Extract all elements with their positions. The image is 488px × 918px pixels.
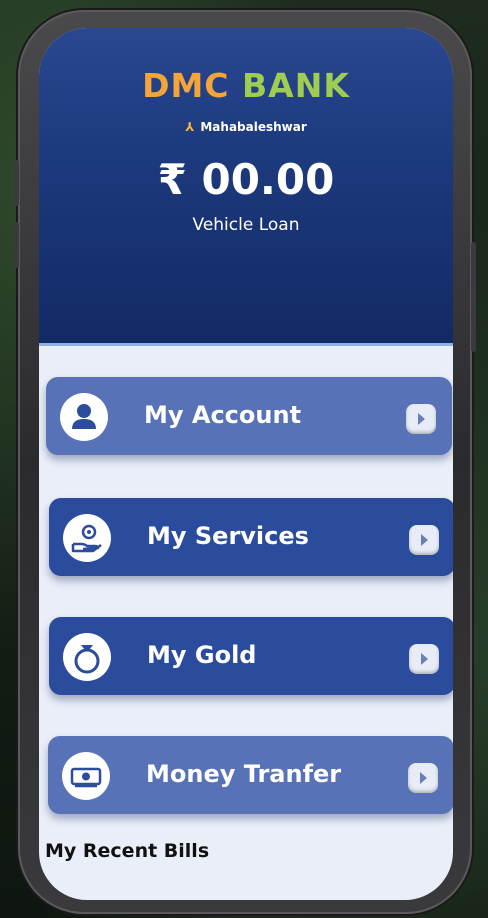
volume-button [14,222,19,268]
logo-word-bank: BANK [242,66,350,105]
hand-coin-icon [63,514,111,562]
menu-label: My Services [147,522,309,550]
recent-bills-heading: My Recent Bills [45,840,210,862]
branch-name: Mahabaleshwar [200,120,307,134]
menu-label: Money Tranfer [146,760,342,788]
menu-label: My Gold [147,641,257,669]
account-type: Vehicle Loan [192,215,300,235]
chevron-right-icon [409,525,439,555]
account-balance: ₹ 00.00 [157,155,335,204]
ring-icon [63,633,111,681]
bank-logo: DMC BANK [39,66,453,105]
menu-item-my-account[interactable]: My Account [46,377,452,455]
volume-button [14,160,19,206]
user-icon [60,393,108,441]
menu-label: My Account [144,401,302,429]
location-icon: ⅄ [185,120,195,134]
menu-item-money-transfer[interactable]: Money Tranfer [48,736,453,814]
chevron-right-icon [406,404,436,434]
balance-header: DMC BANK ⅄ Mahabaleshwar ₹ 00.00 Vehicle … [39,28,453,346]
branch-location: ⅄ Mahabaleshwar [39,120,453,134]
money-icon [62,752,110,800]
app-screen: DMC BANK ⅄ Mahabaleshwar ₹ 00.00 Vehicle … [39,28,453,900]
phone-frame: DMC BANK ⅄ Mahabaleshwar ₹ 00.00 Vehicle … [14,10,476,914]
menu-item-my-gold[interactable]: My Gold [49,617,453,695]
chevron-right-icon [409,644,439,674]
logo-word-dmc: DMC [142,66,230,105]
chevron-right-icon [408,763,438,793]
menu-item-my-services[interactable]: My Services [49,498,453,576]
power-button [471,242,476,352]
